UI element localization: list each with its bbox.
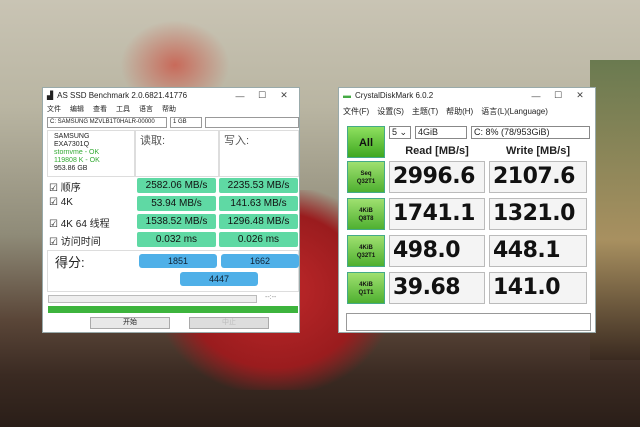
drive-info: SAMSUNG EXA7301Q stornvme - OK 119808 K … <box>47 130 135 177</box>
menu-language[interactable]: 语言(L)(Language) <box>481 106 548 117</box>
write-value: 2235.53 MB/s <box>219 178 298 193</box>
drive-capacity: 953.86 GB <box>54 165 88 172</box>
read-value: 39.68 <box>389 272 485 304</box>
title-bar: ▬ CrystalDiskMark 6.0.2 — ☐ ✕ <box>339 88 595 103</box>
progress-bar <box>48 295 257 303</box>
drive-vendor: SAMSUNG <box>54 133 90 140</box>
size-select[interactable]: 4GiB <box>415 126 467 139</box>
test-button-4k-q1t1[interactable]: 4KiB Q1T1 <box>347 272 385 304</box>
app-icon: ▬ <box>343 91 351 100</box>
alignment-status: 119808 K - OK <box>54 157 100 164</box>
background-right <box>590 60 640 360</box>
size-select[interactable]: 1 GB <box>170 117 202 128</box>
menu-view[interactable]: 查看 <box>93 104 107 114</box>
window-title: AS SSD Benchmark 2.0.6821.41776 <box>57 91 188 100</box>
read-header: 读取: <box>135 130 219 177</box>
read-value: 1741.1 <box>389 198 485 230</box>
write-value: 2107.6 <box>489 161 587 193</box>
menu-theme[interactable]: 主题(T) <box>412 106 438 117</box>
write-value: 141.0 <box>489 272 587 304</box>
completion-bar <box>48 306 298 313</box>
driver-status: stornvme - OK <box>54 149 100 156</box>
write-value: 1321.0 <box>489 198 587 230</box>
menu-help[interactable]: 帮助(H) <box>446 106 473 117</box>
progress-time: --:-- <box>265 294 277 301</box>
comment-field[interactable] <box>346 313 591 331</box>
write-value: 448.1 <box>489 235 587 267</box>
write-header: Write [MB/s] <box>506 145 570 157</box>
app-icon: ▟ <box>47 91 54 100</box>
menu-bar: 文件(F) 设置(S) 主题(T) 帮助(H) 语言(L)(Language) <box>339 103 595 119</box>
read-value: 2582.06 MB/s <box>137 178 216 193</box>
score-label: 得分: <box>55 255 85 270</box>
drive-firmware: EXA7301Q <box>54 141 90 148</box>
write-score: 1662 <box>221 254 299 268</box>
all-button[interactable]: All <box>347 126 385 158</box>
row-label[interactable]: ☑ 顺序 <box>49 179 81 194</box>
size-select-value: 1 GB <box>173 119 187 125</box>
count-select[interactable]: 5 ⌄ <box>389 126 411 139</box>
read-value: 0.032 ms <box>137 232 216 247</box>
title-bar: ▟ AS SSD Benchmark 2.0.6821.41776 — ☐ ✕ <box>43 88 299 103</box>
row-label[interactable]: ☑ 4K 64 线程 <box>49 215 110 230</box>
test-button-4k-q8t8[interactable]: 4KiB Q8T8 <box>347 198 385 230</box>
read-score: 1851 <box>139 254 217 268</box>
blank-field[interactable] <box>205 117 299 128</box>
menu-language[interactable]: 语言 <box>139 104 153 114</box>
row-label[interactable]: ☑ 4K <box>49 197 73 208</box>
drive-select[interactable]: C: 8% (78/953GiB) <box>471 126 590 139</box>
maximize-button[interactable]: ☐ <box>547 90 569 101</box>
maximize-button[interactable]: ☐ <box>251 90 273 101</box>
minimize-button[interactable]: — <box>525 91 547 101</box>
test-button-4k-q32t1[interactable]: 4KiB Q32T1 <box>347 235 385 267</box>
read-value: 1538.52 MB/s <box>137 214 216 229</box>
drive-select-value: C: SAMSUNG MZVLB1T0HALR-00000 <box>50 119 155 125</box>
abort-button[interactable]: 中止 <box>189 317 269 329</box>
drive-select[interactable]: C: SAMSUNG MZVLB1T0HALR-00000 <box>47 117 167 128</box>
start-button[interactable]: 开始 <box>90 317 170 329</box>
close-button[interactable]: ✕ <box>273 90 295 101</box>
row-label[interactable]: ☑ 访问时间 <box>49 233 101 248</box>
write-value: 1296.48 MB/s <box>219 214 298 229</box>
close-button[interactable]: ✕ <box>569 90 591 101</box>
menu-file[interactable]: 文件(F) <box>343 106 369 117</box>
read-value: 2996.6 <box>389 161 485 193</box>
write-value: 141.63 MB/s <box>219 196 298 211</box>
crystaldiskmark-window: ▬ CrystalDiskMark 6.0.2 — ☐ ✕ 文件(F) 设置(S… <box>338 87 596 333</box>
read-value: 53.94 MB/s <box>137 196 216 211</box>
total-score: 4447 <box>180 272 258 286</box>
test-button-seq-q32t1[interactable]: Seq Q32T1 <box>347 161 385 193</box>
as-ssd-window: ▟ AS SSD Benchmark 2.0.6821.41776 — ☐ ✕ … <box>42 87 300 333</box>
write-value: 0.026 ms <box>219 232 298 247</box>
menu-file[interactable]: 文件 <box>47 104 61 114</box>
menu-bar: 文件 编辑 查看 工具 语言 帮助 <box>43 103 299 115</box>
read-header: Read [MB/s] <box>405 145 469 157</box>
menu-settings[interactable]: 设置(S) <box>377 106 404 117</box>
menu-edit[interactable]: 编辑 <box>70 104 84 114</box>
write-header: 写入: <box>219 130 299 177</box>
menu-help[interactable]: 帮助 <box>162 104 176 114</box>
read-value: 498.0 <box>389 235 485 267</box>
menu-tools[interactable]: 工具 <box>116 104 130 114</box>
window-title: CrystalDiskMark 6.0.2 <box>355 91 434 100</box>
minimize-button[interactable]: — <box>229 91 251 101</box>
